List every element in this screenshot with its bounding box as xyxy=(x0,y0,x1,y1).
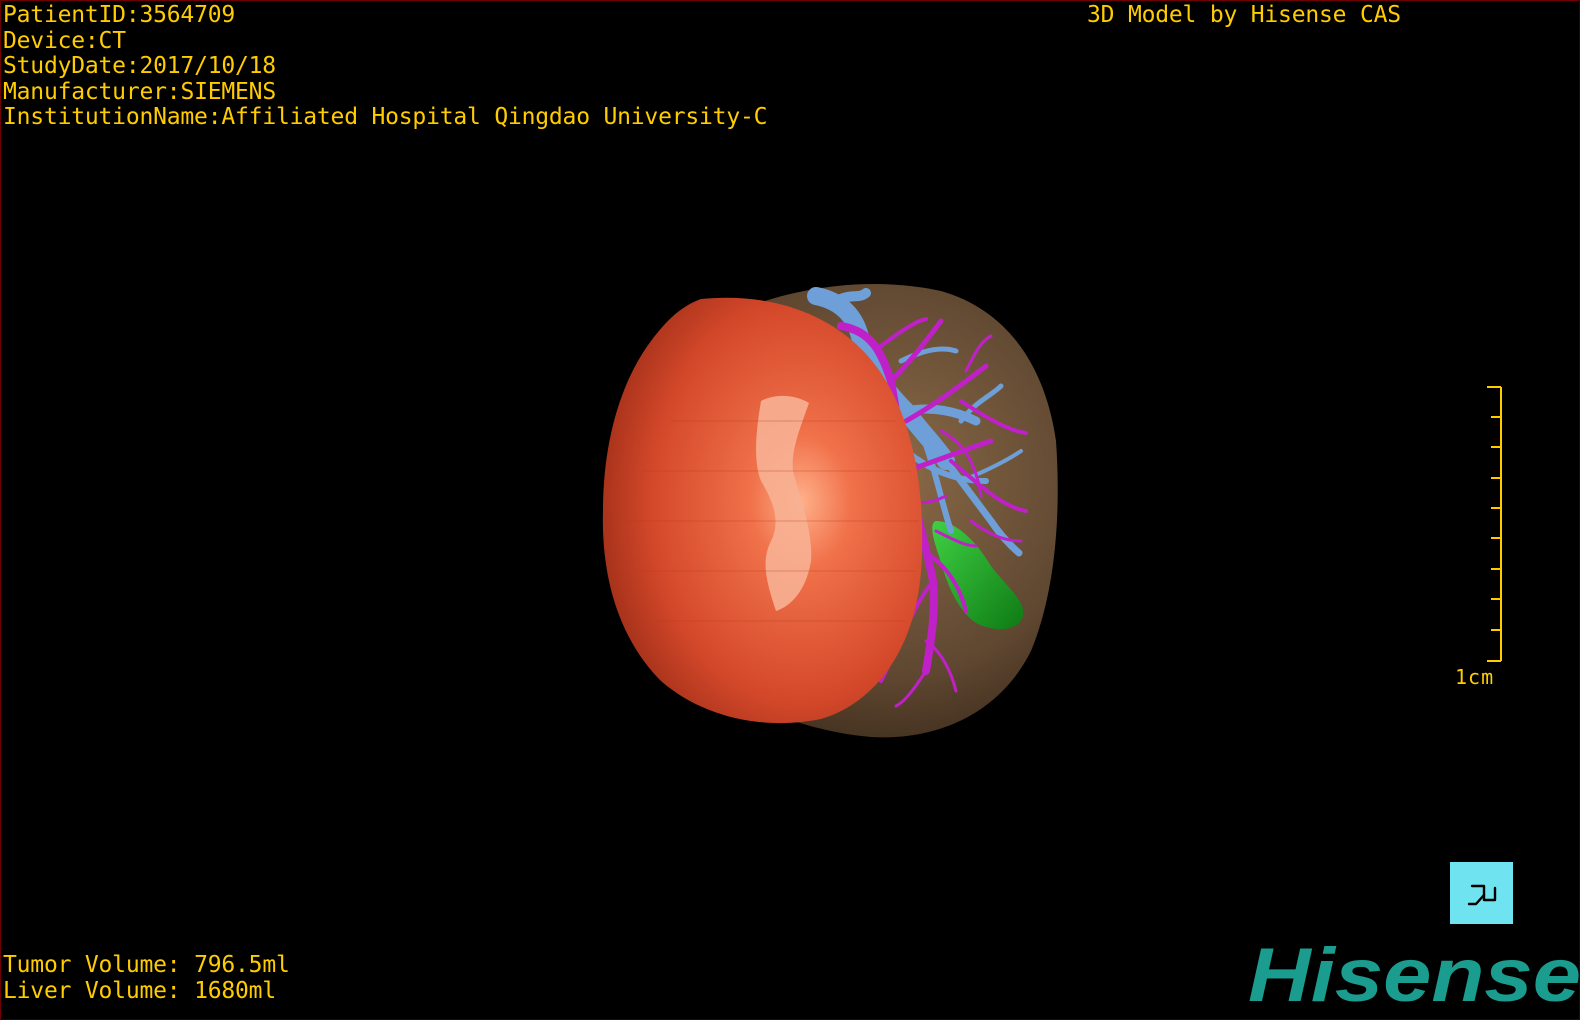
manufacturer-line: ManufacturerSIEMENS xyxy=(3,78,767,106)
liver-volume-label: Liver Volume xyxy=(3,978,194,1004)
study-date-value: 2017/10/18 xyxy=(139,53,276,79)
hisense-logo-text: Hisense xyxy=(1248,939,1580,1009)
institution-line: InstitutionNameAffiliated Hospital Qingd… xyxy=(3,104,768,131)
patient-id-line: PatientID3564709 xyxy=(3,2,767,29)
orientation-cube-icon xyxy=(1467,884,1496,906)
patient-id-label: PatientID xyxy=(3,2,139,28)
institution-value: Affiliated Hospital Qingdao University-C xyxy=(221,104,768,130)
hisense-logo: Hisense xyxy=(1248,939,1580,1009)
liver-3d-model[interactable] xyxy=(1,1,1579,1019)
device-line: DeviceCT xyxy=(3,27,767,55)
study-date-line: StudyDate2017/10/18 xyxy=(3,53,767,80)
liver-volume-value: 1680ml xyxy=(194,977,276,1004)
device-value: CT xyxy=(98,27,126,54)
device-label: Device xyxy=(3,28,99,54)
tumor-volume-line: Tumor Volume796.5ml xyxy=(3,952,290,979)
volume-info-overlay: Tumor Volume796.5mlLiver Volume1680ml xyxy=(3,952,290,1005)
institution-label: InstitutionName xyxy=(3,104,221,130)
manufacturer-value: SIEMENS xyxy=(180,78,276,105)
tumor-volume-label: Tumor Volume xyxy=(3,952,194,978)
patient-id-value: 3564709 xyxy=(139,2,236,28)
scale-bar-label: 1cm xyxy=(1455,665,1495,689)
manufacturer-label: Manufacturer xyxy=(3,79,180,105)
tumor-volume-value: 796.5ml xyxy=(194,952,290,978)
orientation-reset-button[interactable] xyxy=(1450,862,1513,924)
3d-viewport[interactable]: PatientID3564709DeviceCTStudyDate2017/10… xyxy=(0,0,1580,1020)
scale-bar xyxy=(1487,386,1502,662)
liver-volume-line: Liver Volume1680ml xyxy=(3,977,290,1005)
patient-info-overlay: PatientID3564709DeviceCTStudyDate2017/10… xyxy=(3,2,768,131)
model-credit: 3D Model by Hisense CAS xyxy=(1087,2,1401,28)
study-date-label: StudyDate xyxy=(3,53,139,79)
